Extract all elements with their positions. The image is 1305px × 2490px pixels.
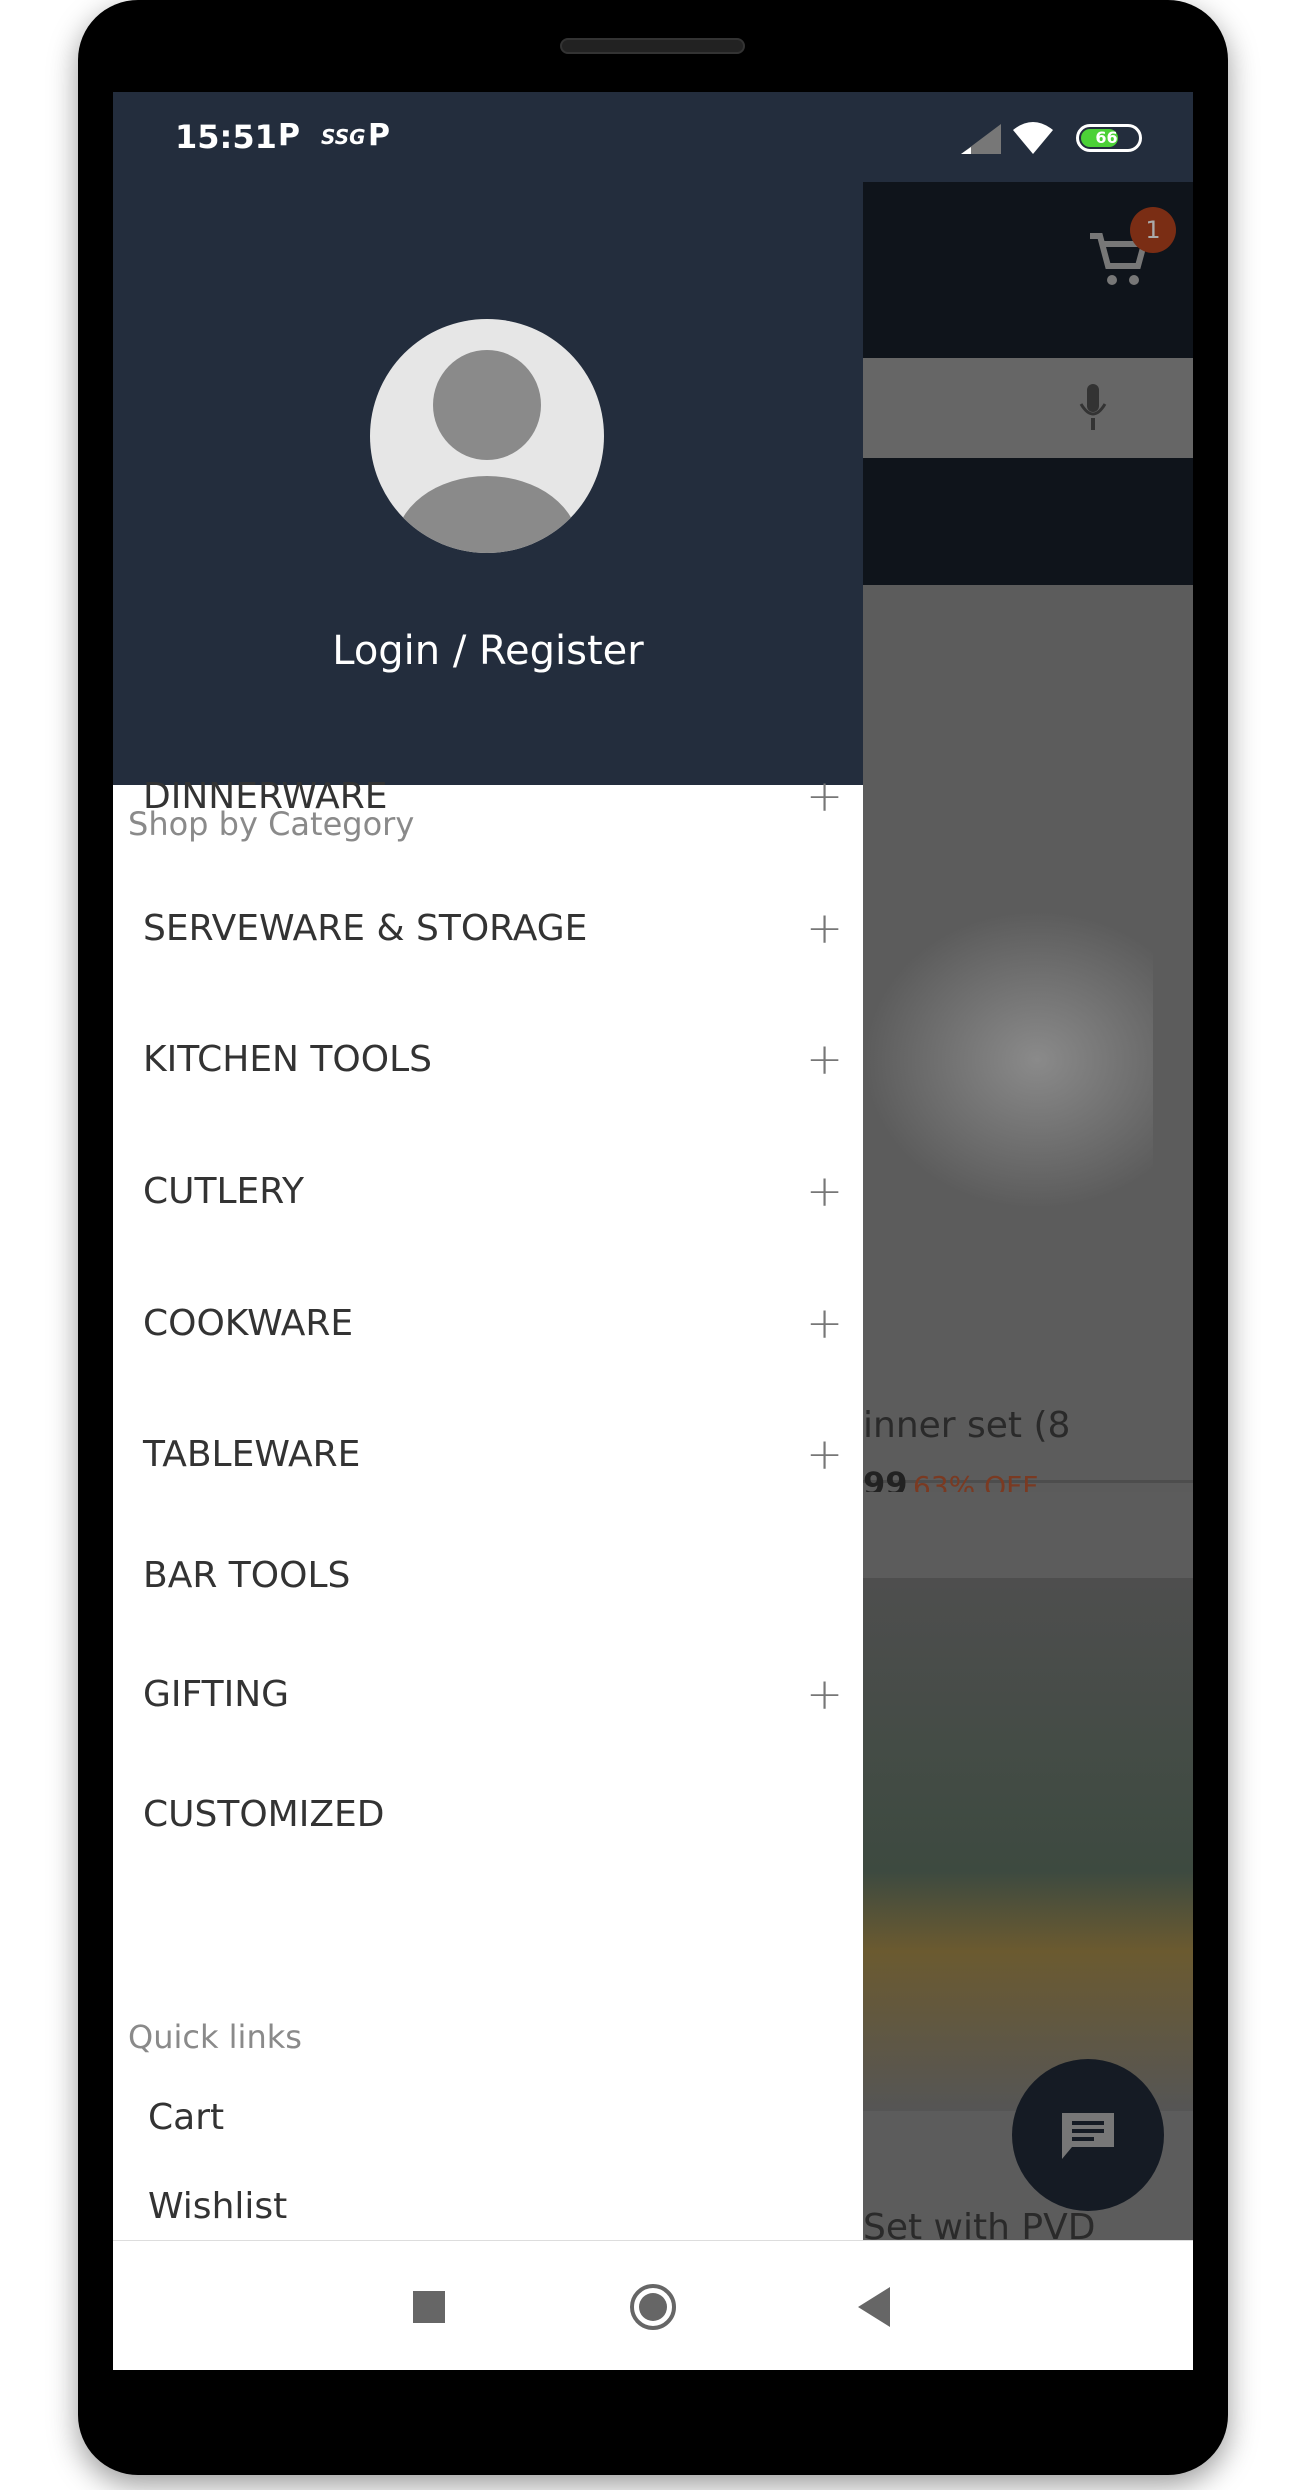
avatar[interactable]	[370, 319, 604, 553]
product-title: inner set (8	[863, 1405, 1071, 1446]
category-item[interactable]: TABLEWARE +	[143, 1414, 843, 1494]
system-nav-bar	[113, 2240, 1193, 2370]
quick-links-heading: Quick links	[128, 2018, 302, 2056]
category-item[interactable]: CUTLERY +	[143, 1151, 843, 1231]
category-label: GIFTING	[143, 1673, 290, 1715]
recents-button[interactable]	[413, 2291, 445, 2323]
expand-plus-icon[interactable]: +	[806, 1669, 843, 1720]
chat-icon	[1062, 2113, 1114, 2159]
category-item[interactable]: COOKWARE +	[143, 1283, 843, 1363]
battery-icon: 66	[1076, 124, 1142, 152]
expand-plus-icon[interactable]: +	[806, 1429, 843, 1480]
expand-plus-icon[interactable]: +	[806, 771, 843, 822]
login-register-link[interactable]: Login / Register	[113, 628, 863, 674]
speaker-grille	[560, 38, 745, 54]
category-label: SERVEWARE & STORAGE	[143, 907, 588, 949]
back-button[interactable]	[858, 2287, 890, 2327]
expand-plus-icon[interactable]: +	[806, 1166, 843, 1217]
quick-link-wishlist[interactable]: Wishlist	[148, 2186, 287, 2227]
home-button[interactable]	[630, 2284, 676, 2330]
screen: 15:51 P SSG P 66 1 inner set (8 99 63% O…	[113, 92, 1193, 2370]
ssg-icon: SSG	[321, 125, 366, 149]
product-card[interactable]: inner set (8 99 63% OFF	[863, 590, 1193, 1503]
product-image	[863, 910, 1153, 1210]
status-bar: 15:51 P SSG P 66	[113, 92, 1193, 182]
category-label: KITCHEN TOOLS	[143, 1038, 433, 1080]
category-label: DINNERWARE	[143, 775, 388, 817]
category-item[interactable]: KITCHEN TOOLS +	[143, 1019, 843, 1099]
category-item[interactable]: SERVEWARE & STORAGE +	[143, 888, 843, 968]
product-card[interactable]: Set with PVD	[863, 1492, 1193, 2370]
expand-plus-icon[interactable]: +	[806, 1298, 843, 1349]
parking-icon: P	[368, 118, 390, 153]
category-item[interactable]: DINNERWARE +	[143, 756, 843, 836]
category-item[interactable]: CUSTOMIZED	[143, 1774, 843, 1854]
quick-link-cart[interactable]: Cart	[148, 2097, 224, 2138]
wifi-icon	[1013, 122, 1053, 154]
category-item[interactable]: GIFTING +	[143, 1654, 843, 1734]
category-label: COOKWARE	[143, 1302, 354, 1344]
category-label: CUSTOMIZED	[143, 1793, 385, 1835]
expand-plus-icon[interactable]: +	[806, 1034, 843, 1085]
cart-badge: 1	[1130, 207, 1176, 253]
search-bar[interactable]	[863, 358, 1193, 458]
category-label: BAR TOOLS	[143, 1554, 351, 1596]
parking-icon: P	[278, 118, 300, 153]
chat-button[interactable]	[1012, 2059, 1164, 2211]
category-label: TABLEWARE	[143, 1433, 361, 1475]
navigation-drawer: Login / Register Shop by Category DINNER…	[113, 182, 863, 2240]
product-image	[863, 1578, 1193, 2111]
expand-plus-icon[interactable]: +	[806, 903, 843, 954]
clock: 15:51	[175, 118, 277, 156]
category-label: CUTLERY	[143, 1170, 304, 1212]
category-item[interactable]: BAR TOOLS	[143, 1535, 843, 1615]
mic-icon[interactable]	[1078, 384, 1108, 432]
drawer-header: Login / Register	[113, 182, 863, 785]
signal-icon	[961, 124, 1001, 154]
